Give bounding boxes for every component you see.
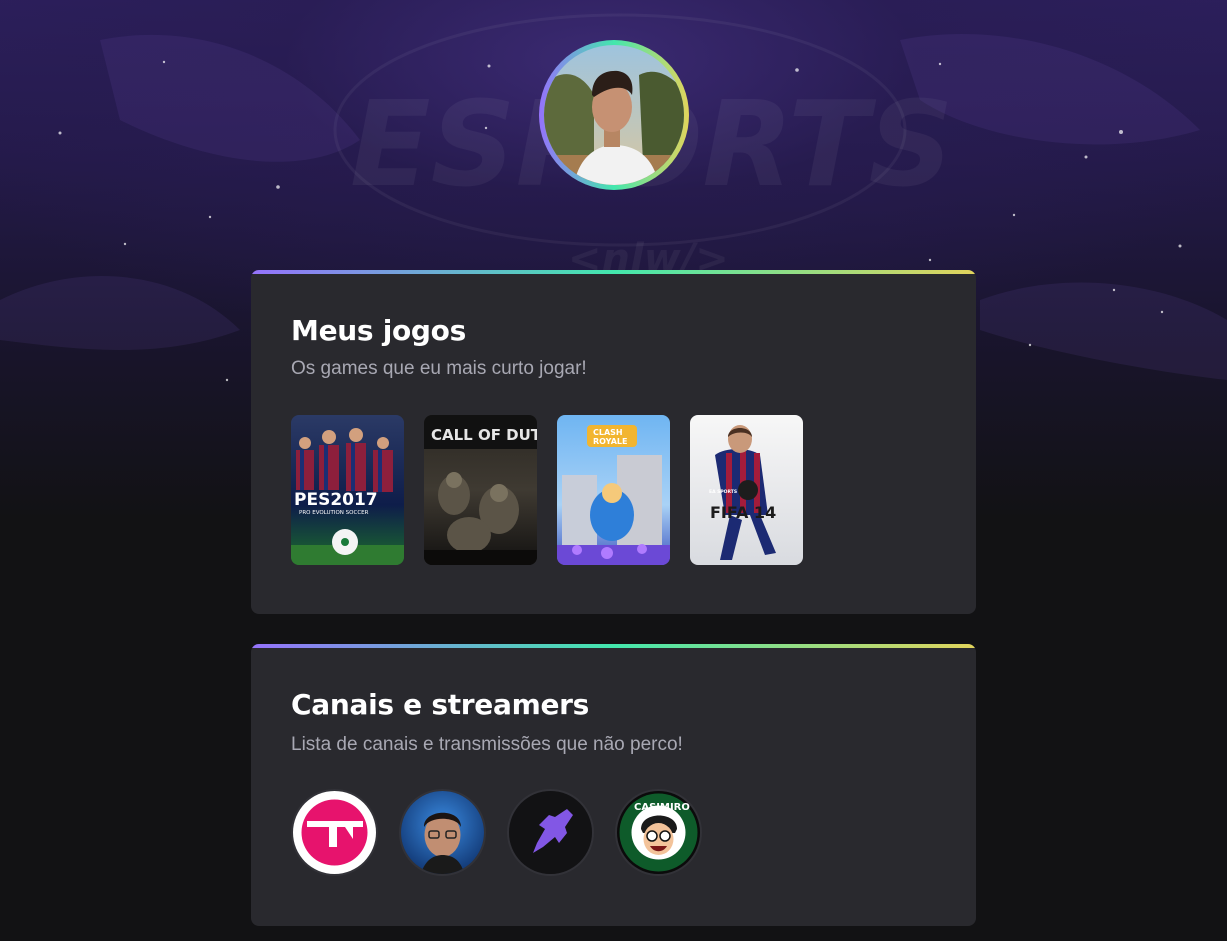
profile-photo-icon	[544, 45, 684, 185]
game-pes-2017[interactable]: PES2017 PRO EVOLUTION SOCCER	[291, 415, 404, 565]
games-subtitle: Os games que eu mais curto jogar!	[291, 358, 587, 379]
game-fifa-14[interactable]: EA SPORTS FIFA 14	[690, 415, 803, 565]
games-list: PES2017 PRO EVOLUTION SOCCER CALL OF DUT…	[291, 415, 803, 565]
profile-avatar[interactable]	[544, 45, 684, 185]
stream-rocketseat[interactable]	[507, 789, 594, 876]
clash-title-text: CLASH	[593, 428, 623, 437]
casimiro-icon: CASIMIRO	[617, 791, 700, 874]
stream-streamer[interactable]	[399, 789, 486, 876]
fifa-14-cover-icon: EA SPORTS FIFA 14	[690, 415, 803, 565]
streams-list: CASIMIRO	[291, 789, 702, 876]
streams-subtitle: Lista de canais e transmissões que não p…	[291, 734, 683, 755]
profile-avatar-ring	[539, 40, 689, 190]
pes-2017-cover-icon: PES2017 PRO EVOLUTION SOCCER	[291, 415, 404, 565]
clash-royale-cover-icon: CLASH ROYALE	[557, 415, 670, 565]
stream-casimiro[interactable]: CASIMIRO	[615, 789, 702, 876]
casimiro-label-text: CASIMIRO	[634, 802, 690, 813]
pes-subtitle-text: PRO EVOLUTION SOCCER	[299, 510, 369, 516]
games-title: Meus jogos	[291, 314, 466, 347]
pes-title-text: PES2017	[294, 490, 378, 510]
streamer-avatar-icon	[401, 791, 484, 874]
ea-sports-text: EA SPORTS	[709, 489, 737, 495]
tnt-sports-icon	[293, 791, 376, 874]
game-call-of-duty[interactable]: CALL OF DUTY	[424, 415, 537, 565]
cod-title-text: CALL OF DUTY	[431, 426, 537, 444]
games-card: Meus jogos Os games que eu mais curto jo…	[251, 270, 976, 614]
streams-title: Canais e streamers	[291, 688, 590, 721]
clash-subtitle-text: ROYALE	[593, 437, 627, 446]
call-of-duty-cover-icon: CALL OF DUTY	[424, 415, 537, 565]
stream-tnt-sports[interactable]	[291, 789, 378, 876]
streams-card: Canais e streamers Lista de canais e tra…	[251, 644, 976, 926]
game-clash-royale[interactable]: CLASH ROYALE	[557, 415, 670, 565]
rocketseat-icon	[509, 791, 592, 874]
fifa-title-text: FIFA 14	[710, 503, 776, 522]
